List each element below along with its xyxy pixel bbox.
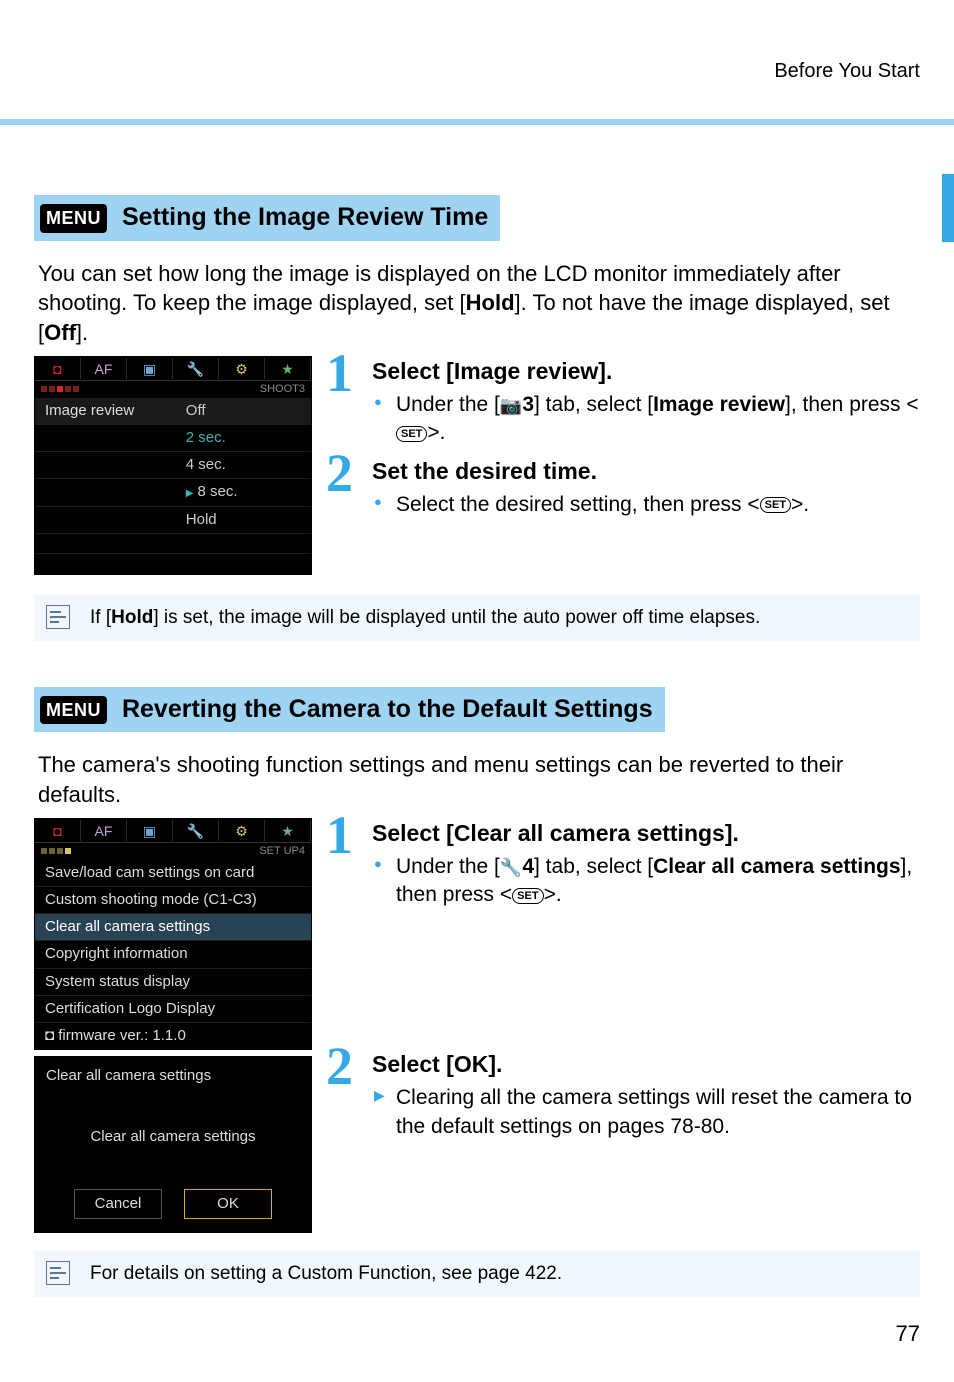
cancel-button[interactable]: Cancel — [74, 1189, 162, 1219]
lcd-tab-play[interactable]: ▣ — [127, 820, 173, 841]
lcd-page-dots — [41, 844, 73, 859]
step-number-2: 2 — [326, 446, 353, 500]
section1-intro: You can set how long the image is displa… — [38, 259, 916, 348]
step2b-title: Select [OK]. — [372, 1049, 920, 1080]
step-number-1: 1 — [326, 808, 353, 862]
lcd-row-opt-hold[interactable]: Hold — [35, 507, 311, 534]
lcd-row-opt-8sec[interactable]: 8 sec. — [35, 479, 311, 506]
lcd-page-label: SHOOT3 — [260, 382, 305, 397]
lcd-row-saveload[interactable]: Save/load cam settings on card — [35, 860, 311, 887]
set-button-icon: SET — [760, 497, 791, 513]
step2b-bullet: Clearing all the camera settings will re… — [396, 1084, 920, 1141]
note-icon — [46, 605, 70, 629]
lcd-row-clearall[interactable]: Clear all camera settings — [35, 914, 311, 941]
set-button-icon: SET — [396, 426, 427, 442]
ok-button[interactable]: OK — [184, 1189, 272, 1219]
step1b-title: Select [Clear all camera settings]. — [372, 818, 920, 849]
lcd-tab-setup[interactable]: 🔧 — [173, 358, 219, 379]
lcd-setup4-menu: ◘ AF ▣ 🔧 ⚙ ★ SET UP4 Save/load cam setti… — [34, 818, 312, 1051]
section-title-image-review: MENU Setting the Image Review Time — [34, 195, 500, 241]
lcd-tab-play[interactable]: ▣ — [127, 358, 173, 379]
confirm-title: Clear all camera settings — [46, 1066, 300, 1086]
lcd-tab-shoot[interactable]: ◘ — [35, 820, 81, 841]
lcd-tab-shoot[interactable]: ◘ — [35, 358, 81, 379]
lcd-row-sysstatus[interactable]: System status display — [35, 969, 311, 996]
lcd-confirm-clear: Clear all camera settings Clear all came… — [34, 1056, 312, 1233]
menu-pill-icon: MENU — [40, 696, 107, 724]
lcd-tab-cfn[interactable]: ⚙ — [219, 820, 265, 841]
section2-intro: The camera's shooting function settings … — [38, 750, 916, 809]
lcd-page-label: SET UP4 — [259, 844, 305, 859]
lcd-row-opt-2sec[interactable]: 2 sec. — [35, 425, 311, 452]
step-number-1: 1 — [326, 346, 353, 400]
lcd-row-copyright[interactable]: Copyright information — [35, 941, 311, 968]
set-button-icon: SET — [512, 888, 543, 904]
lcd-row-firmware[interactable]: ◘ firmware ver.: 1.1.0 — [35, 1023, 311, 1049]
lcd-tab-af[interactable]: AF — [81, 820, 127, 841]
lcd-page-dots — [41, 382, 81, 397]
note-icon — [46, 1261, 70, 1285]
lcd-tab-mymenu[interactable]: ★ — [265, 358, 311, 379]
wrench-icon: 🔧 — [500, 857, 522, 877]
step-number-2: 2 — [326, 1039, 353, 1093]
step1-title: Select [Image review]. — [372, 356, 920, 387]
step2-title: Set the desired time. — [372, 456, 920, 487]
lcd-row-image-review[interactable]: Image review Off — [35, 398, 311, 425]
page-number: 77 — [34, 1319, 920, 1349]
step1b-bullet: Under the [🔧4] tab, select [Clear all ca… — [396, 853, 920, 910]
section-title-revert: MENU Reverting the Camera to the Default… — [34, 687, 665, 733]
lcd-tab-af[interactable]: AF — [81, 358, 127, 379]
note-hold: If [Hold] is set, the image will be disp… — [34, 595, 920, 641]
section-title-text: Setting the Image Review Time — [122, 203, 488, 231]
step1-bullet: Under the [📷3] tab, select [Image review… — [396, 391, 920, 448]
lcd-tab-cfn[interactable]: ⚙ — [219, 358, 265, 379]
header-section: Before You Start — [34, 58, 920, 85]
lcd-tab-setup[interactable]: 🔧 — [173, 820, 219, 841]
section-title-text: Reverting the Camera to the Default Sett… — [122, 695, 653, 723]
step2-bullet: Select the desired setting, then press <… — [396, 491, 920, 519]
menu-pill-icon: MENU — [40, 204, 107, 232]
lcd-image-review-menu: ◘ AF ▣ 🔧 ⚙ ★ SHOOT3 Image review Off 2 s… — [34, 356, 312, 575]
lcd-tab-mymenu[interactable]: ★ — [265, 820, 311, 841]
lcd-row-certlogo[interactable]: Certification Logo Display — [35, 996, 311, 1023]
note-custom-function: For details on setting a Custom Function… — [34, 1251, 920, 1297]
camera-icon: 📷 — [500, 395, 522, 415]
confirm-message: Clear all camera settings — [46, 1127, 300, 1147]
lcd-row-opt-4sec[interactable]: 4 sec. — [35, 452, 311, 479]
lcd-row-custommode[interactable]: Custom shooting mode (C1-C3) — [35, 887, 311, 914]
